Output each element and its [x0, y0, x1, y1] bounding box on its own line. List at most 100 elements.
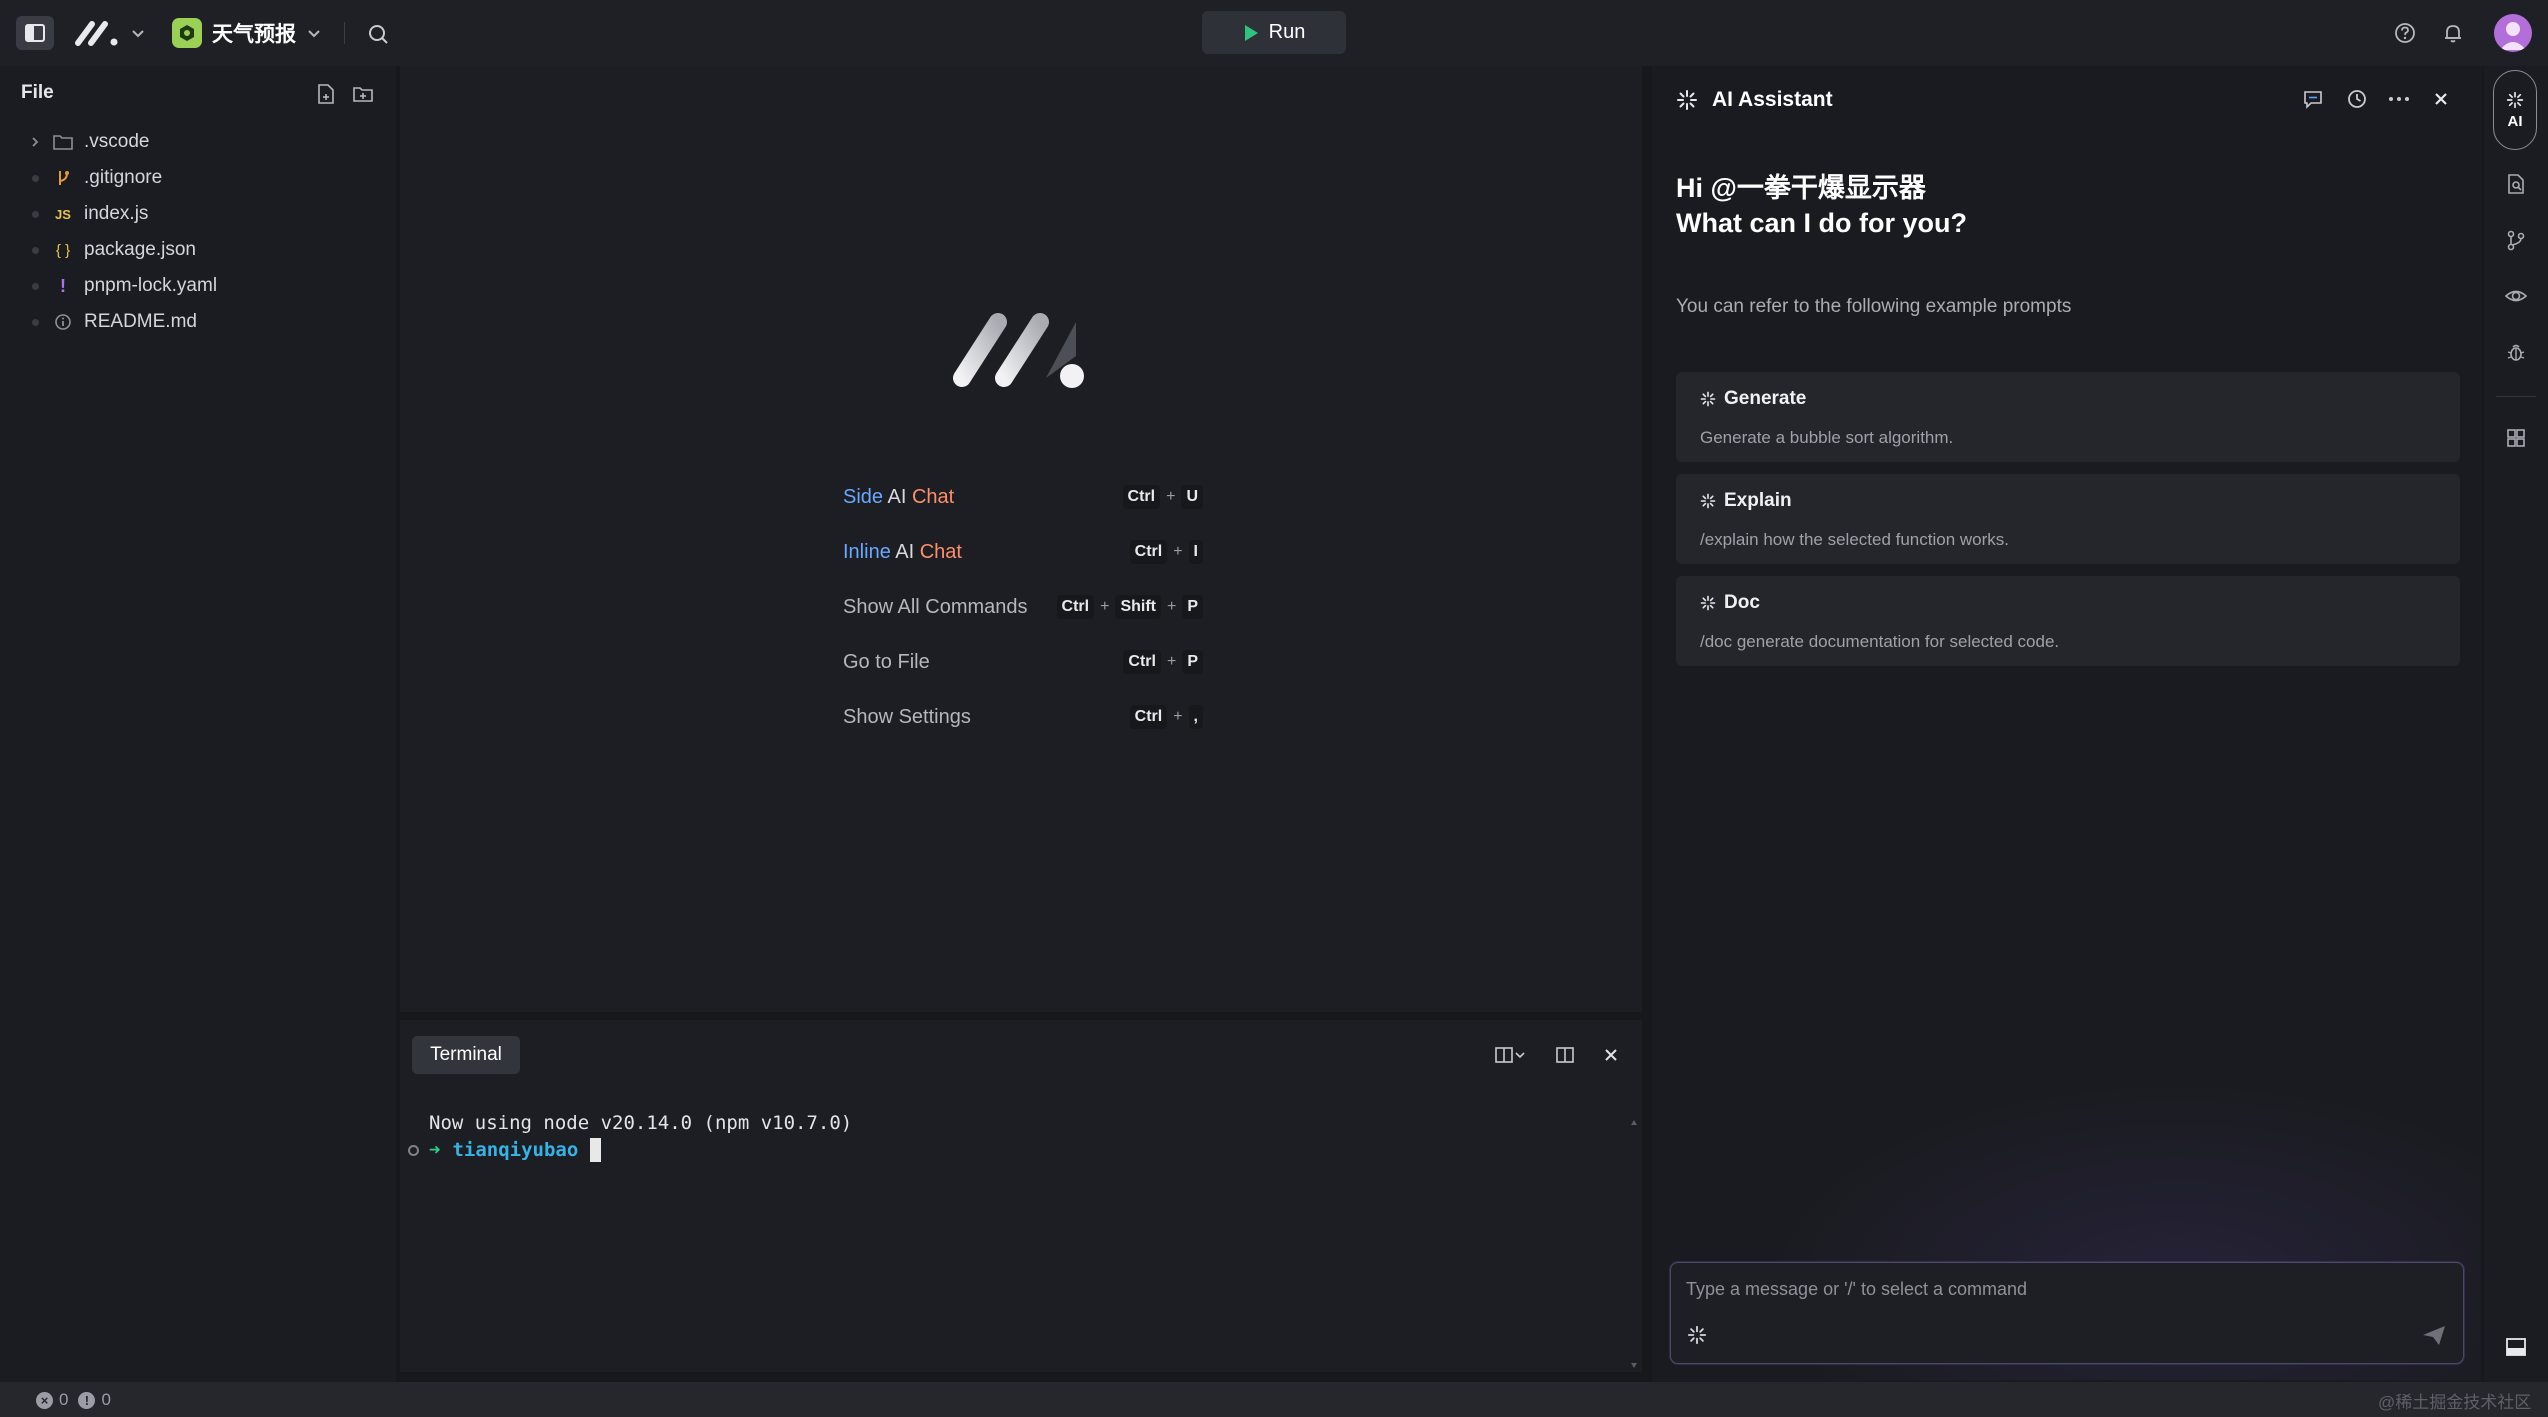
close-ai-panel-button[interactable] — [2426, 84, 2456, 114]
tab-terminal[interactable]: Terminal — [412, 1036, 520, 1074]
prompt-title: Doc — [1724, 592, 1760, 613]
shortcut-keys: Ctrl + , — [1129, 705, 1203, 729]
more-options-button[interactable] — [2384, 84, 2414, 114]
ai-question: What can I do for you? — [1676, 208, 1967, 238]
search-button[interactable] — [360, 18, 396, 50]
file-tree-item-pnpm-lock[interactable]: ! pnpm-lock.yaml — [0, 268, 396, 304]
run-button[interactable]: Run — [1202, 11, 1346, 54]
command-label: Go to File — [843, 650, 930, 673]
user-avatar[interactable] — [2494, 14, 2532, 52]
toggle-bottom-panel-button[interactable] — [2498, 1332, 2534, 1362]
file-tree-item-gitignore[interactable]: .gitignore — [0, 160, 396, 196]
terminal-prompt-line[interactable]: ➜ tianqiyubao — [408, 1138, 602, 1162]
yaml-icon: ! — [60, 275, 66, 296]
scroll-up-arrow-icon[interactable] — [1630, 1114, 1638, 1125]
file-name: pnpm-lock.yaml — [84, 275, 218, 296]
activity-ai-label: AI — [2507, 112, 2523, 130]
file-tree-item-readme[interactable]: README.md — [0, 304, 396, 340]
ai-assistant-title: AI Assistant — [1712, 88, 1833, 111]
key: Ctrl — [1129, 705, 1168, 729]
ai-greeting: Hi @一拳干爆显示器 — [1676, 173, 1926, 203]
welcome-inline-word: Inline — [843, 540, 891, 563]
prompt-description: /explain how the selected function works… — [1700, 530, 2010, 549]
project-name: 天气预报 — [212, 23, 296, 46]
sidebar-toggle-button[interactable] — [16, 16, 54, 50]
activity-extensions-button[interactable] — [2500, 422, 2532, 454]
welcome-go-to-file[interactable]: Go to File Ctrl + P — [843, 647, 1203, 677]
folder-icon — [52, 134, 74, 150]
split-layout-icon — [1495, 1047, 1513, 1063]
panel-bottom-icon — [2506, 1338, 2526, 1356]
activity-bar — [2484, 66, 2548, 1382]
welcome-show-settings[interactable]: Show Settings Ctrl + , — [843, 702, 1203, 732]
command-label: Show Settings — [843, 705, 971, 728]
play-icon — [1244, 24, 1258, 41]
chat-history-button[interactable] — [2342, 84, 2372, 114]
prompt-status-icon — [408, 1144, 419, 1156]
explorer-title: File — [21, 82, 54, 103]
prompt-description: Generate a bubble sort algorithm. — [1700, 428, 1954, 447]
help-icon — [2395, 23, 2415, 43]
ai-example-hint: You can refer to the following example p… — [1676, 296, 2072, 317]
warning-icon: ! — [78, 1391, 96, 1409]
activity-source-control-button[interactable] — [2500, 224, 2532, 256]
scroll-down-arrow-icon[interactable] — [1630, 1356, 1638, 1368]
key: U — [1181, 485, 1203, 509]
file-tree-item-vscode[interactable]: .vscode — [0, 124, 396, 160]
prompt-title: Explain — [1724, 490, 1792, 511]
notifications-button[interactable] — [2436, 16, 2470, 50]
project-logo-icon — [172, 18, 202, 48]
chevron-right-icon — [28, 135, 42, 149]
prompt-arrow-icon: ➜ — [429, 1139, 441, 1161]
shortcut-keys: Ctrl + I — [1129, 540, 1203, 564]
welcome-inline-ai-chat[interactable]: Inline AI Chat Ctrl + I — [843, 537, 1203, 567]
watermark: @稀土掘金技术社区 — [2378, 1393, 2532, 1412]
terminal-layout-dropdown[interactable] — [1488, 1040, 1532, 1070]
ai-chat-input[interactable]: Type a message or '/' to select a comman… — [1670, 1262, 2464, 1364]
marscode-logo-icon — [75, 21, 118, 46]
file-name: README.md — [84, 311, 197, 332]
welcome-show-all-commands[interactable]: Show All Commands Ctrl + Shift + P — [843, 592, 1203, 622]
new-folder-button[interactable] — [348, 80, 378, 108]
bell-icon — [2445, 25, 2461, 43]
key: Ctrl — [1056, 595, 1095, 619]
shortcut-keys: Ctrl + U — [1122, 485, 1203, 509]
command-sparkle-button[interactable] — [1687, 1325, 1711, 1349]
activity-debug-button[interactable] — [2500, 336, 2532, 368]
user-avatar-icon — [2500, 22, 2526, 50]
activity-ai-button[interactable]: AI — [2493, 70, 2537, 150]
prompt-description: /doc generate documentation for selected… — [1700, 632, 2060, 651]
new-file-icon — [318, 84, 334, 104]
sparkle-icon — [1700, 595, 1716, 611]
new-chat-button[interactable] — [2298, 84, 2328, 114]
example-prompt-doc[interactable]: Doc /doc generate documentation for sele… — [1676, 576, 2460, 666]
warning-count: 0 — [101, 1390, 111, 1409]
welcome-ai-word: AI — [887, 485, 907, 508]
brand-menu[interactable] — [70, 18, 150, 48]
new-file-button[interactable] — [312, 80, 340, 108]
close-terminal-button[interactable] — [1596, 1040, 1626, 1070]
file-tree-item-package-json[interactable]: { } package.json — [0, 232, 396, 268]
welcome-side-ai-chat[interactable]: Side AI Chat Ctrl + U — [843, 482, 1203, 512]
file-search-icon — [2508, 174, 2524, 194]
split-terminal-button[interactable] — [1550, 1040, 1580, 1070]
info-icon — [52, 313, 74, 331]
toolbar-divider — [344, 22, 345, 44]
key: , — [1188, 705, 1203, 729]
help-button[interactable] — [2388, 16, 2422, 50]
file-tree-item-index-js[interactable]: JS index.js — [0, 196, 396, 232]
activity-file-search-button[interactable] — [2500, 168, 2532, 200]
problems-indicator[interactable]: × 0 ! 0 — [36, 1390, 111, 1410]
sparkle-icon — [1700, 493, 1716, 509]
shortcut-keys: Ctrl + Shift + P — [1056, 595, 1203, 619]
example-prompt-explain[interactable]: Explain /explain how the selected functi… — [1676, 474, 2460, 564]
file-name: index.js — [84, 203, 149, 224]
send-button[interactable] — [2421, 1323, 2451, 1351]
ai-sparkle-icon — [2506, 91, 2524, 108]
sidebar-icon — [25, 24, 45, 42]
activity-preview-button[interactable] — [2500, 280, 2532, 312]
ai-assistant-header: AI Assistant — [1676, 86, 1833, 114]
project-switcher[interactable]: 天气预报 — [172, 16, 322, 50]
ai-input-placeholder: Type a message or '/' to select a comman… — [1686, 1279, 2028, 1299]
example-prompt-generate[interactable]: Generate Generate a bubble sort algorith… — [1676, 372, 2460, 462]
